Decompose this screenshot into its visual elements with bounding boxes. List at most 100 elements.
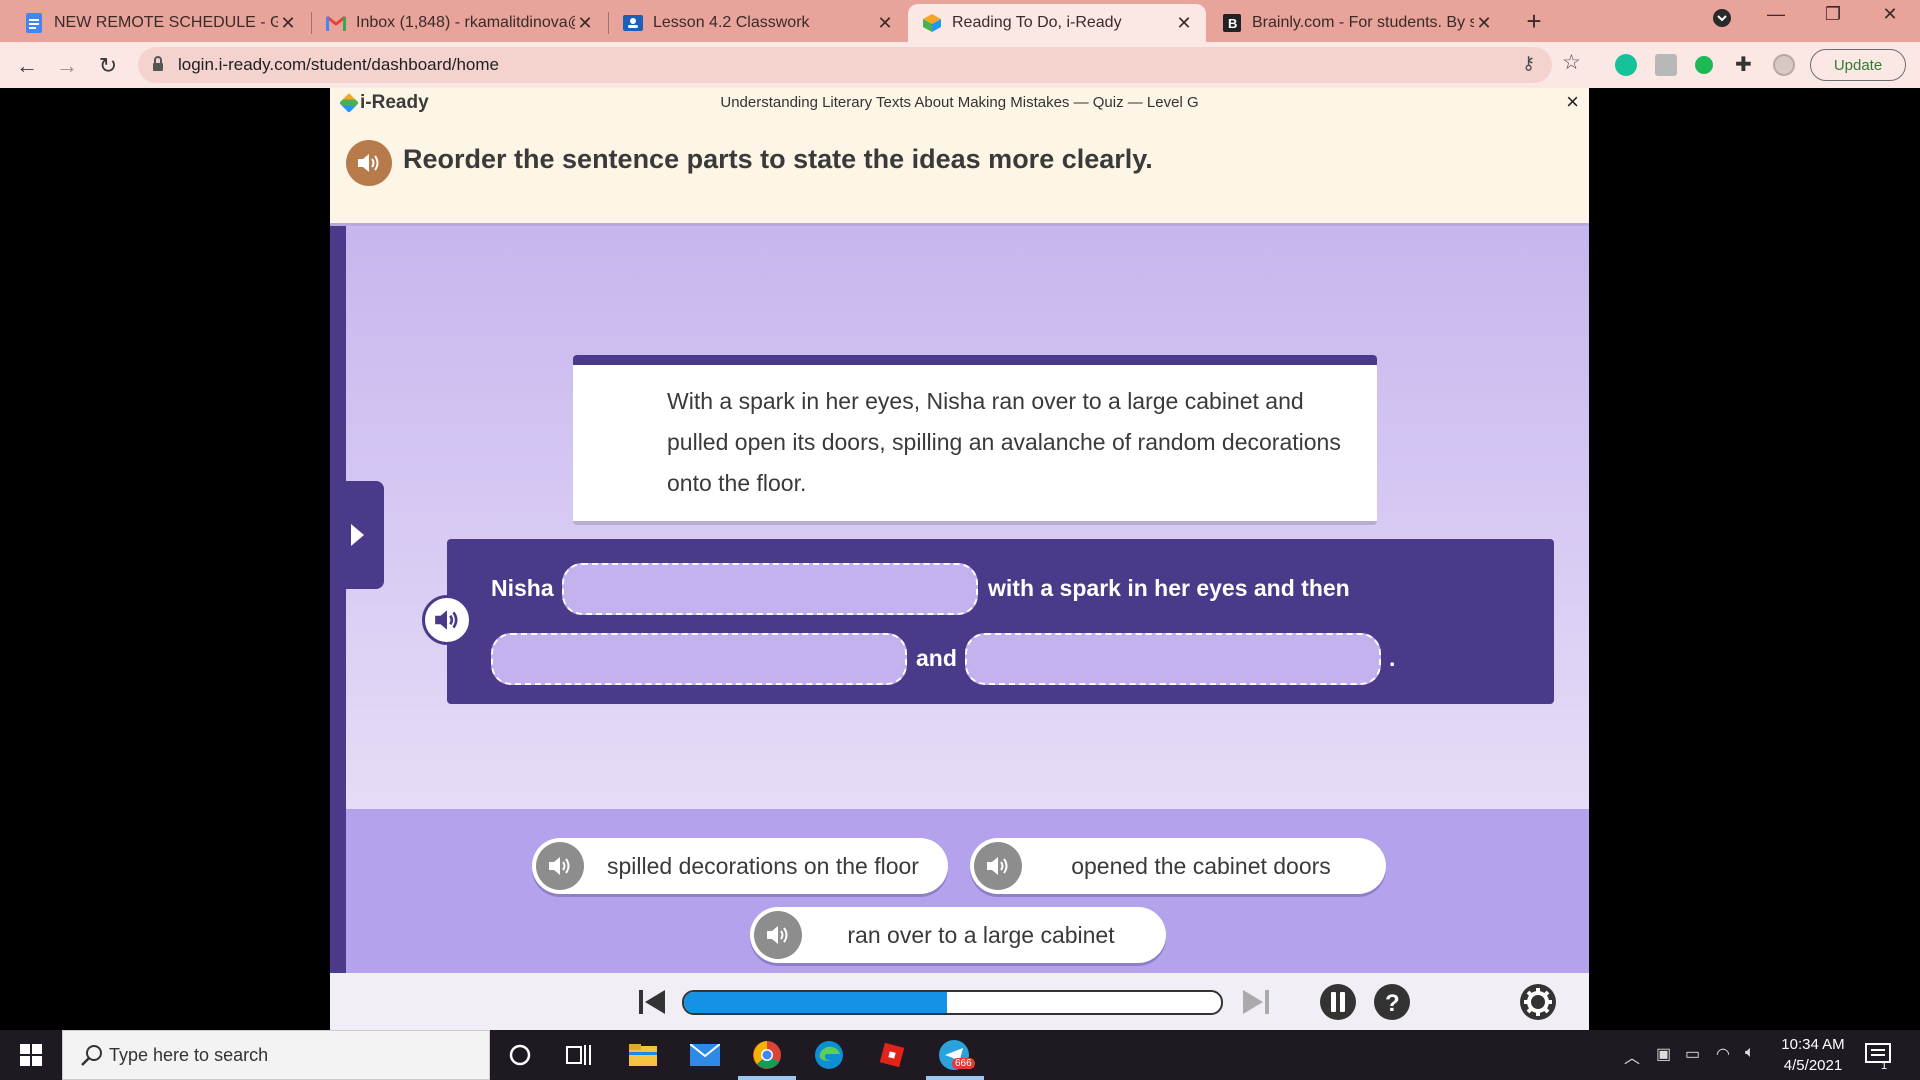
system-clock[interactable]: 10:34 AM 4/5/2021 xyxy=(1778,1034,1848,1076)
google-docs-icon xyxy=(24,13,44,33)
speaker-icon[interactable] xyxy=(536,842,584,890)
clock-time: 10:34 AM xyxy=(1781,1036,1845,1053)
tab-title: Inbox (1,848) - rkamalitdinova@p xyxy=(356,14,575,31)
address-bar[interactable]: login.i-ready.com/student/dashboard/home… xyxy=(138,47,1552,83)
speaker-icon[interactable] xyxy=(754,911,802,959)
tab-lesson-classwork[interactable]: Lesson 4.2 Classwork ✕ xyxy=(609,4,907,42)
puzzle-extensions-icon[interactable]: ✚ xyxy=(1735,52,1757,76)
passage-text: With a spark in her eyes, Nisha ran over… xyxy=(667,388,1341,496)
meet-now-icon[interactable]: ▣ xyxy=(1656,1044,1671,1064)
help-icon[interactable]: ? xyxy=(1373,983,1411,1021)
window-close-icon[interactable]: ✕ xyxy=(1870,4,1910,25)
mail-icon[interactable] xyxy=(689,1039,721,1071)
answer-chip[interactable]: ran over to a large cabinet xyxy=(750,907,1166,963)
tab-close-icon[interactable]: ✕ xyxy=(575,13,595,34)
tray-chevron-icon[interactable]: ︿ xyxy=(1624,1044,1640,1068)
reload-icon[interactable]: ↻ xyxy=(93,51,123,81)
lesson-progress-bar xyxy=(682,990,1223,1015)
extension-icon[interactable] xyxy=(1655,54,1677,76)
search-placeholder: Type here to search xyxy=(109,1045,269,1065)
tab-title: NEW REMOTE SCHEDULE - Goog xyxy=(54,14,278,31)
profile-avatar[interactable] xyxy=(1773,54,1795,76)
left-edge-bar xyxy=(330,226,346,1030)
sentence-builder: Nisha with a spark in her eyes and then … xyxy=(422,539,1554,704)
tab-inbox[interactable]: Inbox (1,848) - rkamalitdinova@p ✕ xyxy=(312,4,607,42)
answer-chip[interactable]: opened the cabinet doors xyxy=(970,838,1386,894)
wifi-icon[interactable]: ◠ xyxy=(1716,1044,1730,1064)
tab-close-icon[interactable]: ✕ xyxy=(1174,13,1194,34)
drop-slot-2[interactable] xyxy=(491,633,907,685)
task-view-icon[interactable] xyxy=(563,1039,595,1071)
settings-gear-icon[interactable] xyxy=(1519,983,1557,1021)
update-button[interactable]: Update xyxy=(1810,49,1906,81)
battery-icon[interactable]: ▭ xyxy=(1685,1044,1700,1064)
chrome-active-indicator xyxy=(738,1076,796,1080)
close-lesson-icon[interactable]: × xyxy=(1566,89,1579,115)
drop-slot-3[interactable] xyxy=(965,633,1381,685)
new-tab-plus-icon[interactable]: + xyxy=(1519,6,1549,37)
skip-back-icon[interactable] xyxy=(637,988,667,1016)
passage-card: With a spark in her eyes, Nisha ran over… xyxy=(573,355,1377,525)
tab-close-icon[interactable]: ✕ xyxy=(1474,13,1494,34)
tab-title: Lesson 4.2 Classwork xyxy=(653,14,810,31)
browser-toolbar: ← → ↻ login.i-ready.com/student/dashboar… xyxy=(0,42,1920,88)
app-header: i-Ready Understanding Literary Texts Abo… xyxy=(330,88,1589,116)
skip-forward-icon[interactable] xyxy=(1241,988,1271,1016)
speaker-icon[interactable] xyxy=(346,140,392,186)
play-triangle-icon xyxy=(350,524,364,546)
roblox-icon[interactable] xyxy=(876,1039,908,1071)
iready-icon xyxy=(922,13,942,33)
tab-remote-schedule[interactable]: NEW REMOTE SCHEDULE - Goog ✕ xyxy=(10,4,310,42)
answer-chip-label: spilled decorations on the floor xyxy=(607,852,919,879)
iready-app: i-Ready Understanding Literary Texts Abo… xyxy=(330,88,1589,1030)
tab-close-icon[interactable]: ✕ xyxy=(278,13,298,34)
search-icon xyxy=(81,1045,102,1066)
forward-arrow-icon[interactable]: → xyxy=(52,51,82,81)
green-dot-extension-icon[interactable] xyxy=(1695,56,1713,74)
minimize-icon[interactable]: — xyxy=(1756,4,1796,25)
back-arrow-icon[interactable]: ← xyxy=(12,51,42,81)
lesson-title: Understanding Literary Texts About Makin… xyxy=(720,94,1199,111)
file-explorer-icon[interactable] xyxy=(627,1039,659,1071)
clock-date: 4/5/2021 xyxy=(1783,1057,1843,1074)
edge-icon[interactable] xyxy=(813,1039,845,1071)
player-controls: ? xyxy=(330,973,1589,1030)
windows-taskbar: Type here to search 666 ︿ ▣ ▭ ◠ 🔈︎ 10:34… xyxy=(0,1030,1920,1080)
chrome-icon[interactable] xyxy=(751,1039,783,1071)
grammarly-extension-icon[interactable] xyxy=(1615,54,1637,76)
answer-chip-label: opened the cabinet doors xyxy=(1071,852,1331,879)
tab-title: Reading To Do, i-Ready xyxy=(952,14,1122,31)
cortana-icon[interactable] xyxy=(504,1039,536,1071)
tab-search-chevron-icon[interactable] xyxy=(1702,8,1742,33)
notification-count: 1 xyxy=(1881,1060,1888,1072)
windows-start-icon[interactable] xyxy=(10,1042,52,1068)
drop-slot-1[interactable] xyxy=(562,563,978,615)
volume-icon[interactable]: 🔈︎ xyxy=(1745,1044,1755,1062)
tab-iready[interactable]: Reading To Do, i-Ready ✕ xyxy=(908,4,1206,42)
bookmark-star-icon[interactable]: ☆ xyxy=(1562,50,1581,75)
restore-icon[interactable]: ❐ xyxy=(1813,4,1853,25)
svg-text:?: ? xyxy=(1385,990,1400,1017)
url-text: login.i-ready.com/student/dashboard/home xyxy=(178,55,499,74)
pause-icon[interactable] xyxy=(1319,983,1357,1021)
lock-icon xyxy=(153,56,163,71)
side-drawer-toggle[interactable] xyxy=(330,481,384,589)
telegram-active-indicator xyxy=(926,1076,984,1080)
key-icon[interactable]: ⚷ xyxy=(1522,53,1535,74)
sentence-middle-text: with a spark in her eyes and then xyxy=(988,575,1350,601)
browser-tabstrip: NEW REMOTE SCHEDULE - Goog ✕ Inbox (1,84… xyxy=(0,0,1920,42)
svg-text:B: B xyxy=(1228,16,1237,31)
speaker-icon[interactable] xyxy=(974,842,1022,890)
work-area: With a spark in her eyes, Nisha ran over… xyxy=(346,229,1589,809)
brainly-icon: B xyxy=(1222,13,1242,33)
telegram-badge: 666 xyxy=(952,1058,975,1069)
gmail-icon xyxy=(326,13,346,33)
sentence-speaker-icon[interactable] xyxy=(422,595,472,645)
taskbar-search-input[interactable]: Type here to search xyxy=(62,1030,490,1080)
tab-brainly[interactable]: B Brainly.com - For students. By stu ✕ xyxy=(1208,4,1506,42)
sentence-end-punctuation: . xyxy=(1389,645,1396,671)
answer-chip[interactable]: spilled decorations on the floor xyxy=(532,838,948,894)
notifications-icon[interactable] xyxy=(1862,1039,1894,1071)
tab-close-icon[interactable]: ✕ xyxy=(875,13,895,34)
instruction-text: Reorder the sentence parts to state the … xyxy=(403,144,1153,174)
